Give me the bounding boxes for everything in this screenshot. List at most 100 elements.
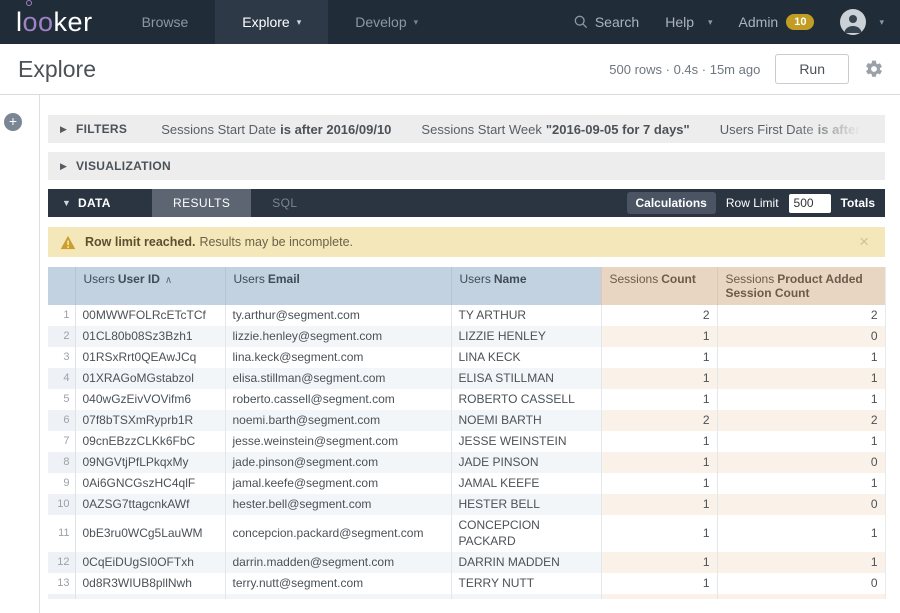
chevron-down-icon: ▾ [297,17,302,28]
cell-product-added-count[interactable]: 1 [717,552,885,573]
cell-email[interactable]: lizzie.henley@segment.com [225,326,451,347]
cell-name[interactable]: NOEMI BARTH [451,410,601,431]
cell-user-id[interactable]: 0Ai6GNCGszHC4qlF [75,473,225,494]
cell-email[interactable]: concepcion.packard@segment.com [225,515,451,552]
cell-count[interactable]: 1 [601,552,717,573]
tab-sql[interactable]: SQL [251,189,318,217]
cell-count[interactable]: 1 [601,326,717,347]
cell-product-added-count[interactable]: 0 [717,494,885,515]
cell-name[interactable]: CONCEPCION PACKARD [451,515,601,552]
admin-menu[interactable]: Admin 10 [739,14,815,30]
cell-product-added-count[interactable]: 1 [717,473,885,494]
cell-count[interactable]: 1 [601,494,717,515]
cell-name[interactable]: ELISA STILLMAN [451,368,601,389]
cell-email[interactable]: jesse.weinstein@segment.com [225,431,451,452]
tab-results[interactable]: RESULTS [152,189,251,217]
cell-email[interactable]: noemi.barth@segment.com [225,410,451,431]
row-limit-input[interactable] [789,194,831,213]
cell-product-added-count[interactable]: 2 [717,305,885,326]
cell-email[interactable]: darrin.madden@segment.com [225,552,451,573]
filter-item[interactable]: Sessions Start Week"2016-09-05 for 7 day… [421,122,689,137]
totals-toggle[interactable]: Totals [841,196,875,210]
cell-name[interactable]: TERRY NUTT [451,573,601,594]
cell-email[interactable]: elisa.stillman@segment.com [225,368,451,389]
cell-count[interactable]: 1 [601,573,717,594]
cell-product-added-count[interactable]: 0 [717,573,885,594]
cell-count[interactable]: 1 [601,368,717,389]
cell-user-id[interactable]: 01CL80b08Sz3Bzh1 [75,326,225,347]
cell-user-id[interactable]: 01RSxRrt0QEAwJCq [75,347,225,368]
cell-product-added-count[interactable]: 1 [717,368,885,389]
calculations-button[interactable]: Calculations [627,192,716,214]
cell-product-added-count[interactable]: 1 [717,347,885,368]
data-section-toggle[interactable]: ▼ DATA [48,189,152,217]
gear-icon[interactable] [864,59,884,79]
cell-count[interactable]: 1 [601,389,717,410]
cell-user-id[interactable]: 0bE3ru0WCg5LauWM [75,515,225,552]
nav-item-explore[interactable]: Explore ▾ [215,0,328,44]
cell-name[interactable]: JESSE WEINSTEIN [451,431,601,452]
cell-user-id[interactable]: 00MWWFOLRcETcTCf [75,305,225,326]
cell-user-id[interactable]: 0CqEiDUgSI0OFTxh [75,552,225,573]
cell-user-id[interactable]: 01XRAGoMGstabzol [75,368,225,389]
cell-count[interactable]: 2 [601,410,717,431]
cell-count[interactable]: 1 [601,515,717,552]
visualization-bar[interactable]: ▶ VISUALIZATION [48,152,885,180]
row-number: 5 [48,389,75,410]
nav-item-develop[interactable]: Develop ▾ [328,0,445,44]
cell-user-id[interactable]: 09NGVtjPfLPkqxMy [75,452,225,473]
column-header-user-id[interactable]: UsersUser ID∧ [75,267,225,305]
cell-user-id[interactable]: 07f8bTSXmRyprb1R [75,410,225,431]
cell-user-id[interactable]: 0AZSG7ttagcnkAWf [75,494,225,515]
cell-email[interactable]: roberto.cassell@segment.com [225,389,451,410]
cell-count[interactable]: 1 [601,431,717,452]
column-header-product-added-count[interactable]: SessionsProduct Added Session Count [717,267,885,305]
close-icon[interactable]: × [855,232,873,252]
cell-user-id[interactable]: 09cnEBzzCLKk6FbC [75,431,225,452]
cell-count[interactable]: 1 [601,473,717,494]
cell-name[interactable]: TY ARTHUR [451,305,601,326]
cell-product-added-count[interactable]: 1 [717,389,885,410]
cell-name[interactable]: ROBERTO CASSELL [451,389,601,410]
user-menu[interactable]: ▾ [840,9,884,35]
cell-product-added-count[interactable]: 2 [717,410,885,431]
column-header-count[interactable]: SessionsCount [601,267,717,305]
nav-item-browse[interactable]: Browse [115,0,216,44]
row-number-header [48,267,75,305]
cell-name[interactable]: JAMAL KEEFE [451,473,601,494]
cell-count[interactable]: 2 [601,305,717,326]
help-menu[interactable]: Help ▾ [665,14,712,30]
cell-name[interactable]: LINA KECK [451,347,601,368]
cell-user-id[interactable]: 040wGzEivVOVifm6 [75,389,225,410]
row-number: 8 [48,452,75,473]
cell-name[interactable]: LIZZIE HENLEY [451,326,601,347]
cell-email[interactable]: jade.pinson@segment.com [225,452,451,473]
cell-name[interactable]: HESTER BELL [451,494,601,515]
cell-user-id[interactable]: 0d8R3WIUB8pllNwh [75,573,225,594]
run-button[interactable]: Run [775,54,849,84]
row-number: 6 [48,410,75,431]
cell-product-added-count[interactable]: 1 [717,431,885,452]
looker-logo[interactable]: looker [0,0,115,44]
cell-email[interactable]: lina.keck@segment.com [225,347,451,368]
avatar [840,9,866,35]
cell-product-added-count[interactable]: 0 [717,452,885,473]
cell-email[interactable]: hester.bell@segment.com [225,494,451,515]
search-button[interactable]: Search [574,14,639,30]
cell-product-added-count[interactable]: 0 [717,326,885,347]
column-header-name[interactable]: UsersName [451,267,601,305]
cell-email[interactable]: terry.nutt@segment.com [225,573,451,594]
cell-name[interactable]: JADE PINSON [451,452,601,473]
cell-name[interactable]: DARRIN MADDEN [451,552,601,573]
cell-count[interactable]: 1 [601,347,717,368]
filters-bar[interactable]: ▶ FILTERS Sessions Start Dateis after 20… [48,115,885,143]
filter-item[interactable]: Users First Dateis after 2016/09/10 [720,122,873,137]
cell-email[interactable]: ty.arthur@segment.com [225,305,451,326]
cell-email[interactable]: jamal.keefe@segment.com [225,473,451,494]
cell-count[interactable]: 1 [601,452,717,473]
column-header-email[interactable]: UsersEmail [225,267,451,305]
add-panel-button[interactable]: + [4,113,22,131]
warning-icon [60,235,76,250]
filter-item[interactable]: Sessions Start Dateis after 2016/09/10 [161,122,391,137]
cell-product-added-count[interactable]: 1 [717,515,885,552]
